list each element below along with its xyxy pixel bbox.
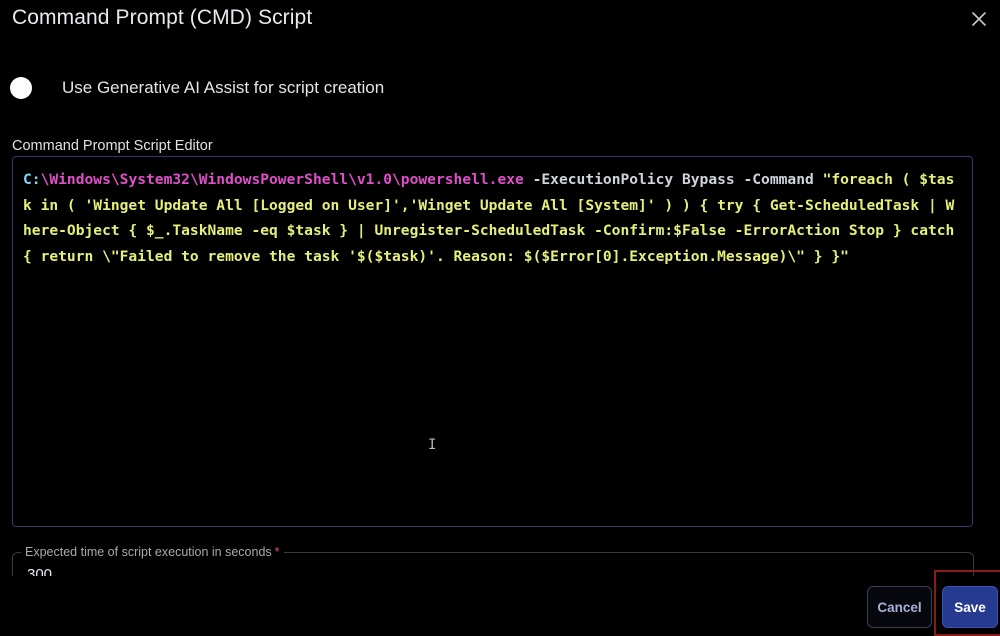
text-cursor-icon: I bbox=[428, 437, 437, 453]
ai-assist-label: Use Generative AI Assist for script crea… bbox=[62, 78, 385, 97]
ai-assist-toggle[interactable] bbox=[10, 77, 32, 99]
editor-label: Command Prompt Script Editor bbox=[12, 138, 213, 154]
dialog-footer: Cancel Save bbox=[0, 570, 1000, 636]
close-button[interactable] bbox=[966, 6, 992, 32]
code-path: \Windows\System32\WindowsPowerShell\v1.0… bbox=[40, 171, 524, 188]
save-button[interactable]: Save bbox=[942, 586, 998, 628]
required-mark: * bbox=[274, 545, 280, 559]
code-args: -ExecutionPolicy Bypass -Command bbox=[523, 171, 823, 188]
cancel-button[interactable]: Cancel bbox=[867, 586, 932, 628]
dialog-title: Command Prompt (CMD) Script bbox=[12, 6, 313, 29]
execution-time-label-text: Expected time of script execution in sec… bbox=[25, 545, 272, 559]
script-code[interactable]: C:\Windows\System32\WindowsPowerShell\v1… bbox=[23, 167, 962, 269]
close-icon bbox=[972, 12, 986, 26]
ai-assist-row: Use Generative AI Assist for script crea… bbox=[10, 74, 384, 102]
code-drive: C: bbox=[23, 171, 41, 188]
script-dialog: Command Prompt (CMD) Script Use Generati… bbox=[0, 0, 1000, 636]
script-editor[interactable]: C:\Windows\System32\WindowsPowerShell\v1… bbox=[12, 156, 973, 527]
execution-time-label: Expected time of script execution in sec… bbox=[21, 545, 284, 559]
